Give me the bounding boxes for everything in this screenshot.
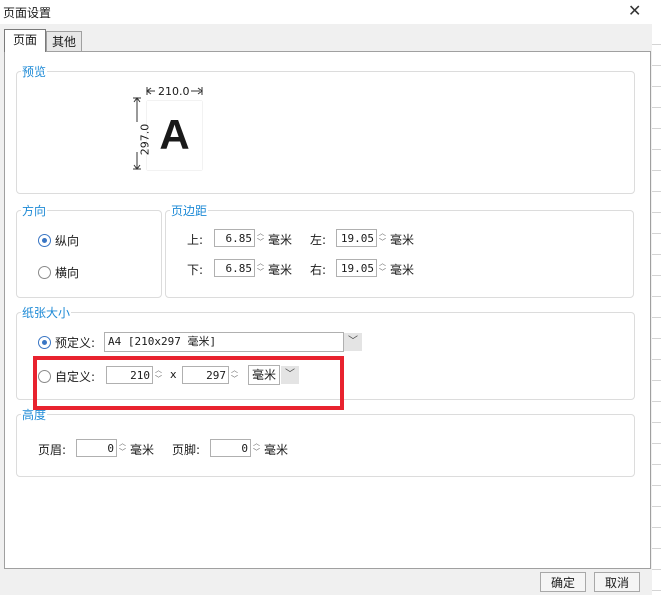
header-label: 页眉: xyxy=(38,443,67,457)
margin-top-stepper[interactable]: ︿ ﹀ xyxy=(255,229,266,247)
portrait-label: 纵向 xyxy=(55,234,80,248)
title-bar xyxy=(0,0,661,24)
footer-label: 页脚: xyxy=(172,443,201,457)
margin-top-input[interactable]: 6.85 xyxy=(214,229,255,247)
tab-page[interactable]: 页面 xyxy=(4,29,46,52)
preview-group-label: 预览 xyxy=(21,63,48,80)
ok-button[interactable]: 确定 xyxy=(540,572,586,592)
header-unit: 毫米 xyxy=(130,443,155,457)
margins-group-label: 页边距 xyxy=(170,202,209,219)
margin-right-label: 右: xyxy=(310,263,327,277)
landscape-radio[interactable] xyxy=(38,266,51,279)
header-stepper[interactable]: ︿ ﹀ xyxy=(117,439,128,457)
margin-right-unit: 毫米 xyxy=(390,263,415,277)
footer-unit: 毫米 xyxy=(264,443,289,457)
header-input[interactable]: 0 xyxy=(76,439,117,457)
preset-dropdown-chevron-icon[interactable]: ﹀ xyxy=(344,333,362,351)
margin-right-input[interactable]: 19.05 xyxy=(336,259,377,277)
window-title: 页面设置 xyxy=(3,6,52,20)
preview-group xyxy=(16,71,635,194)
close-icon[interactable]: ✕ xyxy=(628,2,641,20)
preset-label: 预定义: xyxy=(55,336,96,350)
margin-top-label: 上: xyxy=(187,233,204,247)
margin-bottom-unit: 毫米 xyxy=(268,263,293,277)
footer-stepper[interactable]: ︿ ﹀ xyxy=(251,439,262,457)
orientation-group-label: 方向 xyxy=(21,202,48,219)
margin-bottom-stepper[interactable]: ︿ ﹀ xyxy=(255,259,266,277)
preview-height-label: 297.0 xyxy=(138,123,152,156)
cancel-button[interactable]: 取消 xyxy=(594,572,640,592)
margin-bottom-label: 下: xyxy=(187,263,204,277)
footer-input[interactable]: 0 xyxy=(210,439,251,457)
background-sheet-strip xyxy=(652,24,661,595)
tab-other[interactable]: 其他 xyxy=(46,31,82,52)
margin-left-input[interactable]: 19.05 xyxy=(336,229,377,247)
margin-left-unit: 毫米 xyxy=(390,233,415,247)
margin-bottom-input[interactable]: 6.85 xyxy=(214,259,255,277)
preset-select[interactable]: A4 [210x297 毫米] xyxy=(104,332,344,352)
paper-size-group-label: 纸张大小 xyxy=(21,304,72,321)
preset-radio[interactable] xyxy=(38,336,51,349)
orientation-group xyxy=(16,210,162,298)
margin-top-unit: 毫米 xyxy=(268,233,293,247)
margins-group xyxy=(165,210,634,298)
portrait-radio[interactable] xyxy=(38,234,51,247)
margin-left-stepper[interactable]: ︿ ﹀ xyxy=(377,229,388,247)
margin-left-label: 左: xyxy=(310,233,327,247)
margin-right-stepper[interactable]: ︿ ﹀ xyxy=(377,259,388,277)
preview-width-label: 210.0 xyxy=(158,85,190,98)
preview-letter: A xyxy=(159,111,190,158)
landscape-label: 横向 xyxy=(55,266,80,280)
highlight-box xyxy=(33,356,344,410)
